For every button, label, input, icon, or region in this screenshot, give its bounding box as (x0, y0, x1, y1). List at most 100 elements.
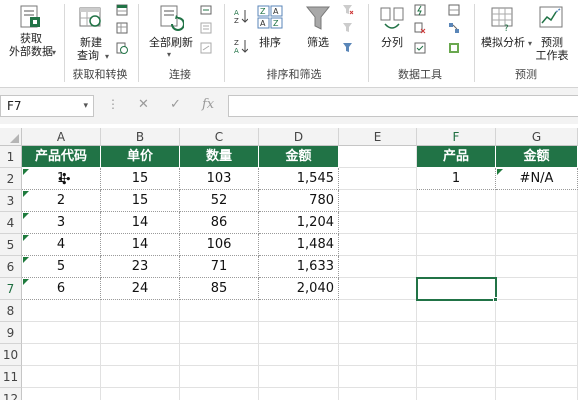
table-cell[interactable]: 71 (180, 256, 259, 278)
row-header-6[interactable]: 6 (0, 256, 22, 278)
table-cell[interactable]: 2,040 (259, 278, 339, 300)
cell[interactable] (496, 322, 578, 344)
cell[interactable] (180, 388, 259, 400)
cell[interactable] (417, 212, 496, 234)
reapply-icon[interactable] (342, 22, 354, 34)
cell[interactable] (259, 366, 339, 388)
column-header-b[interactable]: B (101, 128, 180, 146)
table-header-cell[interactable]: 金额 (259, 146, 339, 168)
row-header-7[interactable]: 7 (0, 278, 22, 300)
enter-icon[interactable]: ✓ (170, 97, 181, 112)
cell[interactable] (101, 300, 180, 322)
forecast-sheet-button[interactable]: 预测 工作表 (530, 2, 574, 64)
edit-links-icon[interactable] (200, 42, 212, 54)
sort-ascending-icon[interactable]: AZ (234, 8, 248, 24)
cell[interactable] (339, 234, 417, 256)
cell[interactable] (496, 388, 578, 400)
what-if-analysis-button[interactable]: ? 模拟分析 ▾ (478, 2, 532, 64)
cell[interactable] (180, 366, 259, 388)
cell[interactable] (22, 300, 101, 322)
clear-filter-icon[interactable] (342, 4, 354, 16)
cell[interactable] (417, 366, 496, 388)
column-header-g[interactable]: G (496, 128, 578, 146)
error-indicator-icon[interactable] (23, 169, 29, 175)
cell[interactable] (259, 388, 339, 400)
data-validation-icon[interactable] (414, 42, 426, 54)
cell[interactable] (22, 344, 101, 366)
row-header-12[interactable]: 12 (0, 388, 22, 400)
sort-descending-icon[interactable]: ZA (234, 38, 248, 54)
cell[interactable] (496, 300, 578, 322)
connections-icon[interactable] (200, 4, 212, 16)
cell[interactable] (180, 322, 259, 344)
text-to-columns-button[interactable]: 分列 (374, 2, 410, 64)
cell[interactable] (101, 322, 180, 344)
table-cell[interactable]: 1,484 (259, 234, 339, 256)
table-cell[interactable]: 23 (101, 256, 180, 278)
cancel-icon[interactable]: ✕ (138, 97, 149, 112)
worksheet-grid[interactable]: A B C D E F G 1 2 3 4 5 6 7 8 9 10 11 12 产品代码 单价 数量 金额 1 15 103 1,… (0, 128, 578, 400)
column-header-c[interactable]: C (180, 128, 259, 146)
cell[interactable] (417, 256, 496, 278)
column-header-a[interactable]: A (22, 128, 101, 146)
table-cell[interactable]: 14 (101, 212, 180, 234)
table-header-cell[interactable]: 单价 (101, 146, 180, 168)
cell[interactable] (101, 344, 180, 366)
cell[interactable] (339, 344, 417, 366)
error-indicator-icon[interactable] (23, 279, 29, 285)
cell[interactable] (339, 388, 417, 400)
cell[interactable] (417, 300, 496, 322)
table-cell[interactable]: 103 (180, 168, 259, 190)
row-header-10[interactable]: 10 (0, 344, 22, 366)
sort-button[interactable]: Z A A Z 排序 (252, 2, 288, 64)
cell[interactable] (496, 234, 578, 256)
cell[interactable] (339, 300, 417, 322)
cell[interactable] (22, 322, 101, 344)
row-header-9[interactable]: 9 (0, 322, 22, 344)
table-cell[interactable]: 6 (22, 278, 101, 300)
cell[interactable] (496, 344, 578, 366)
table-cell[interactable]: 1,204 (259, 212, 339, 234)
lookup-input-cell[interactable]: 1 (417, 168, 496, 190)
resize-handle-icon[interactable]: ⋮ (107, 97, 119, 111)
cell[interactable] (496, 256, 578, 278)
show-queries-icon[interactable] (116, 4, 128, 16)
cell[interactable] (339, 190, 417, 212)
cell[interactable] (339, 366, 417, 388)
column-header-f[interactable]: F (417, 128, 496, 146)
table-cell[interactable]: 52 (180, 190, 259, 212)
column-header-d[interactable]: D (259, 128, 339, 146)
table-cell[interactable]: 5 (22, 256, 101, 278)
row-header-3[interactable]: 3 (0, 190, 22, 212)
cell[interactable] (339, 168, 417, 190)
relationships-icon[interactable] (448, 22, 460, 34)
cell[interactable] (496, 212, 578, 234)
cell[interactable] (339, 322, 417, 344)
table-cell[interactable]: 2 (22, 190, 101, 212)
filter-button[interactable]: 筛选 (300, 2, 336, 64)
table-header-cell[interactable]: 产品代码 (22, 146, 101, 168)
table-cell[interactable]: 24 (101, 278, 180, 300)
insert-function-icon[interactable]: fx (202, 97, 214, 112)
cell[interactable] (496, 278, 578, 300)
name-box[interactable]: F7 ▾ (0, 95, 94, 117)
lookup-result-cell[interactable]: #N/A (496, 168, 578, 190)
cell[interactable] (22, 366, 101, 388)
cell[interactable] (259, 300, 339, 322)
error-indicator-icon[interactable] (23, 235, 29, 241)
advanced-filter-icon[interactable] (342, 42, 354, 54)
cell[interactable] (339, 278, 417, 300)
refresh-all-button[interactable]: 全部刷新 ▾ (142, 2, 200, 64)
cell[interactable] (22, 388, 101, 400)
table-cell[interactable]: 1,633 (259, 256, 339, 278)
lookup-header-cell[interactable]: 金额 (496, 146, 578, 168)
cell[interactable] (101, 366, 180, 388)
table-cell[interactable]: 85 (180, 278, 259, 300)
recent-sources-icon[interactable] (116, 42, 128, 54)
cell[interactable] (417, 388, 496, 400)
fill-handle[interactable] (493, 297, 498, 302)
properties-icon[interactable] (200, 22, 212, 34)
error-indicator-icon[interactable] (23, 213, 29, 219)
row-header-2[interactable]: 2 (0, 168, 22, 190)
error-indicator-icon[interactable] (23, 191, 29, 197)
